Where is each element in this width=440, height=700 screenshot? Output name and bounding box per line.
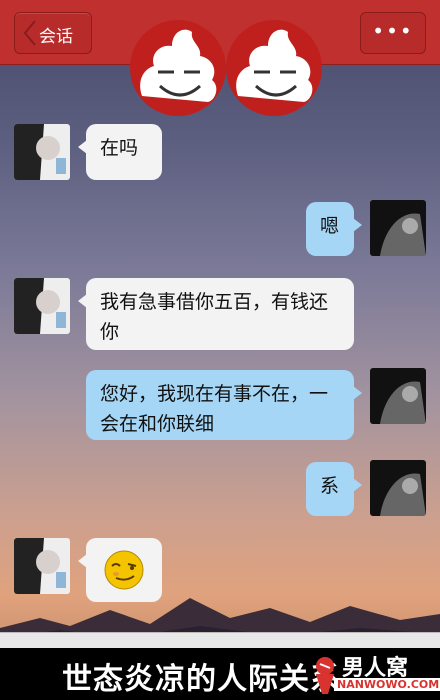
message-bubble-incoming[interactable]: 我有急事借你五百，有钱还你 (78, 278, 354, 350)
message-text: 在吗 (100, 137, 139, 159)
chat-screen: 会话 ••• 在吗 嗯 我有急事借你五百，有钱还你 您好，我现在有事不在，一会在… (0, 0, 440, 648)
my-avatar[interactable] (370, 200, 426, 256)
my-avatar[interactable] (370, 460, 426, 516)
contact-avatar[interactable] (14, 278, 70, 334)
my-avatar[interactable] (370, 368, 426, 424)
message-text: 您好，我现在有事不在，一会在和你联细 (100, 383, 329, 435)
message-text: 嗯 (320, 215, 340, 237)
more-button[interactable]: ••• (360, 12, 426, 54)
message-text: 我有急事借你五百，有钱还你 (100, 291, 329, 343)
face-right-icon (226, 20, 322, 116)
message-bubble-incoming[interactable] (78, 538, 162, 602)
smirk-emoji-icon (104, 550, 144, 590)
message-bubble-outgoing[interactable]: 您好，我现在有事不在，一会在和你联细 (86, 370, 362, 440)
input-bar[interactable] (0, 632, 440, 648)
avatar-photo-icon (14, 278, 70, 334)
avatar-photo-icon (370, 200, 426, 256)
avatar-photo-icon (14, 124, 70, 180)
caption-text: 世态炎凉的人际关系 (62, 662, 341, 697)
contact-avatar[interactable] (14, 124, 70, 180)
message-bubble-outgoing[interactable]: 系 (306, 462, 362, 516)
contact-avatar[interactable] (14, 538, 70, 594)
chevron-left-icon (23, 20, 36, 46)
back-button-label: 会话 (39, 27, 73, 47)
message-bubble-incoming[interactable]: 在吗 (78, 124, 162, 180)
message-bubble-outgoing[interactable]: 嗯 (306, 202, 362, 256)
more-dots-icon: ••• (372, 19, 414, 43)
avatar-photo-icon (370, 368, 426, 424)
site-logo: 男人窝 NANWOWO.COM (306, 648, 440, 700)
back-button[interactable]: 会话 (14, 12, 92, 54)
face-left-icon (130, 20, 226, 116)
logo-url: NANWOWO.COM (334, 678, 440, 691)
avatar-photo-icon (370, 460, 426, 516)
avatar-photo-icon (14, 538, 70, 594)
message-text: 系 (320, 475, 340, 497)
grinning-faces-sticker (130, 20, 322, 116)
